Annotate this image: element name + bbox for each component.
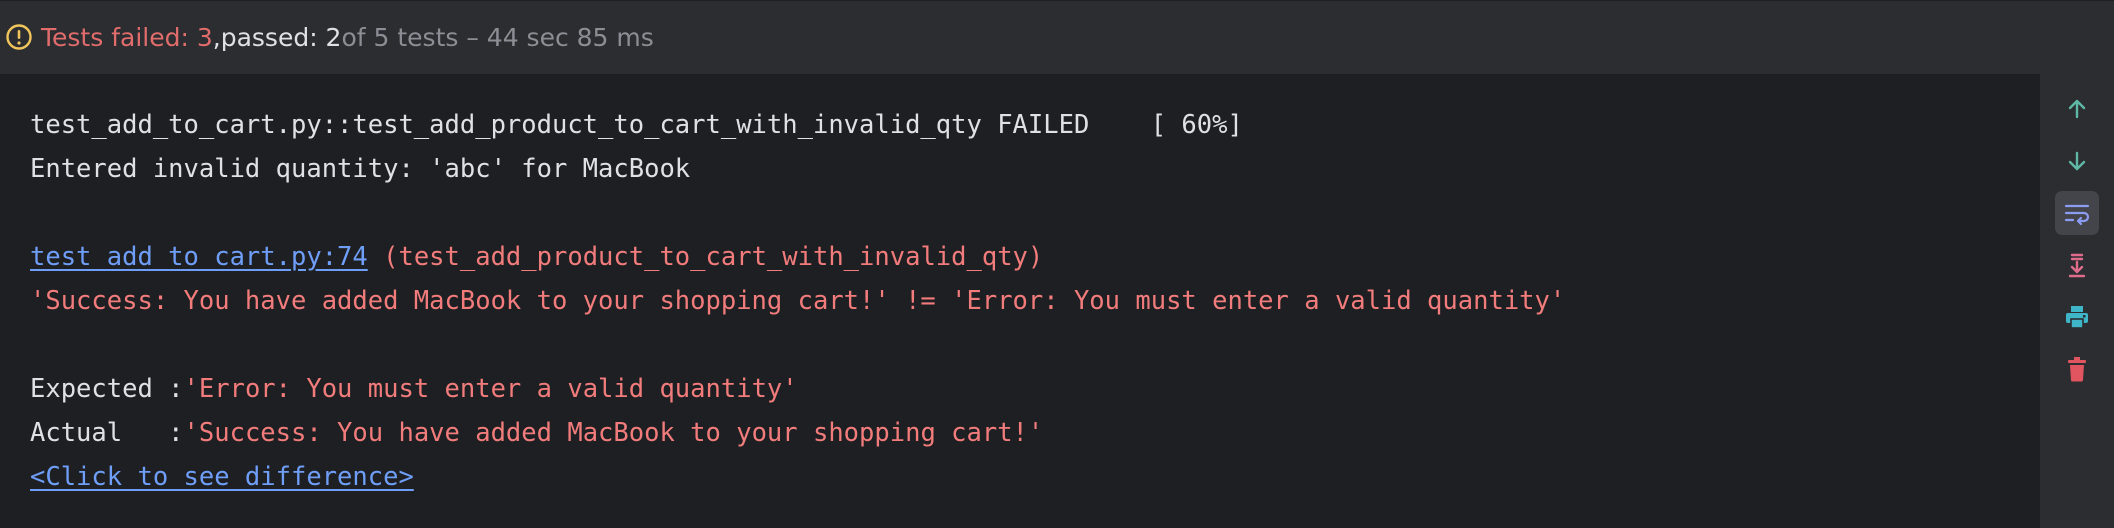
trash-icon — [2068, 357, 2086, 382]
stdout-log-line: Entered invalid quantity: 'abc' for MacB… — [30, 154, 691, 184]
traceback-test-name: (test_add_product_to_cart_with_invalid_q… — [367, 242, 1044, 272]
warning-icon — [5, 23, 33, 51]
actual-value: 'Success: You have added MacBook to your… — [183, 418, 1044, 448]
print-button[interactable] — [2055, 295, 2099, 339]
traceback-line: test_add_to_cart.py:74 (test_add_product… — [30, 235, 2039, 279]
console-output[interactable]: test_add_to_cart.py::test_add_product_to… — [0, 74, 2039, 528]
arrow-up-icon — [2068, 99, 2086, 119]
assertion-message: 'Success: You have added MacBook to your… — [30, 286, 1566, 316]
see-difference-link[interactable]: <Click to see difference> — [30, 462, 414, 492]
scroll-to-end-button[interactable] — [2055, 243, 2099, 287]
test-status-bar: Tests failed: 3 , passed: 2 of 5 tests –… — [0, 0, 2114, 73]
actual-line: Actual :'Success: You have added MacBook… — [30, 411, 2039, 455]
console-toolbar — [2039, 74, 2114, 528]
scroll-to-end-icon — [2068, 253, 2086, 278]
expected-label: Expected : — [30, 374, 184, 404]
arrow-down-icon — [2068, 151, 2086, 171]
tests-total-duration: of 5 tests – 44 sec 85 ms — [341, 22, 654, 52]
expected-line: Expected :'Error: You must enter a valid… — [30, 367, 2039, 411]
test-runner-window: Tests failed: 3 , passed: 2 of 5 tests –… — [0, 0, 2114, 528]
next-occurrence-button[interactable] — [2055, 139, 2099, 183]
previous-occurrence-button[interactable] — [2055, 87, 2099, 131]
tests-failed-count: Tests failed: 3 — [41, 22, 213, 52]
expected-value: 'Error: You must enter a valid quantity' — [183, 374, 798, 404]
diff-line: <Click to see difference> — [30, 455, 2039, 499]
clear-all-button[interactable] — [2055, 347, 2099, 391]
soft-wrap-icon — [2064, 204, 2090, 226]
print-icon — [2066, 306, 2088, 329]
actual-label: Actual : — [30, 418, 184, 448]
test-result-line: test_add_to_cart.py::test_add_product_to… — [30, 110, 1243, 140]
tests-passed-count: passed: 2 — [220, 22, 342, 52]
source-location-link[interactable]: test_add_to_cart.py:74 — [30, 242, 368, 272]
soft-wrap-button[interactable] — [2055, 191, 2099, 235]
status-separator: , — [212, 22, 221, 52]
